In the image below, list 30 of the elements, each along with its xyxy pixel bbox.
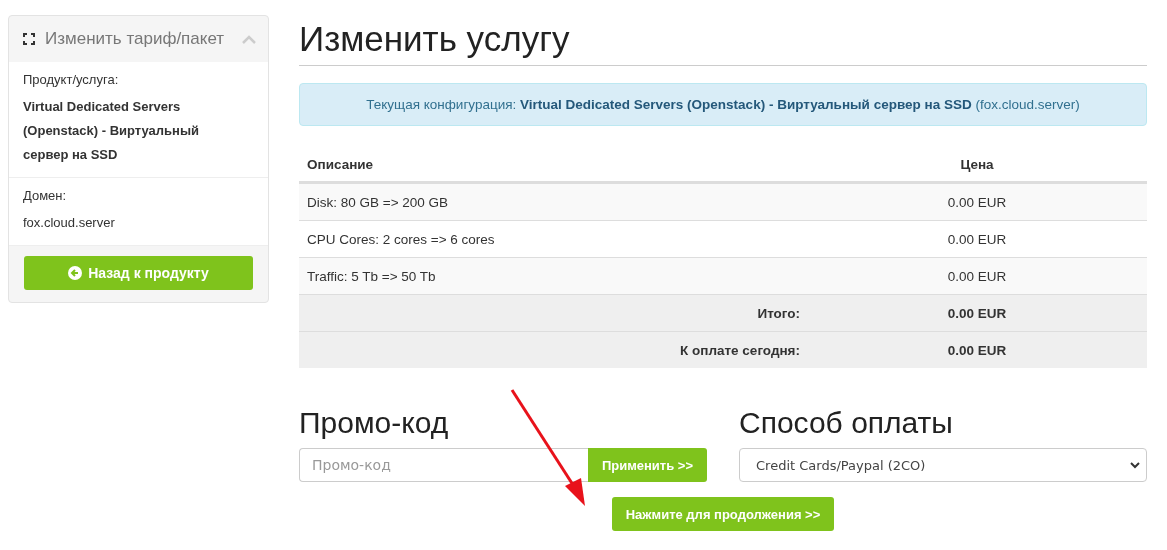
payment-select[interactable]: Credit Cards/Paypal (2CO) [739, 448, 1147, 482]
dropdown-caret-icon [1130, 461, 1140, 469]
collapse-icon[interactable] [242, 34, 256, 44]
table-cell-text: Итого: [756, 305, 801, 321]
panel-title: Изменить тариф/пакет [45, 29, 226, 49]
table-cell-text: CPU Cores: 2 cores => 6 cores [306, 231, 496, 247]
table-cell-text: 0.00 EUR [946, 194, 1008, 210]
table-cell-text: 0.00 EUR [946, 342, 1008, 358]
table-cell-text: 0.00 EUR [946, 305, 1008, 321]
field-value: fox.cloud.server [23, 214, 116, 232]
expand-icon [23, 33, 35, 45]
continue-button[interactable]: Нажмите для продолжения >> [611, 497, 835, 531]
section-heading: Промо-код [299, 406, 450, 440]
table-cell-text: Disk: 80 GB => 200 GB [306, 194, 450, 210]
field-value: Virtual Dedicated Servers (Openstack) - Виртуальный сервер на SSD [23, 98, 200, 164]
page-title: Изменить услугу [299, 19, 1147, 66]
field-label: Домен: [23, 187, 68, 205]
back-button[interactable]: Назад к продукту [24, 256, 253, 290]
column-header: Цена [959, 156, 995, 172]
table-cell-text: 0.00 EUR [946, 231, 1008, 247]
back-arrow-icon [68, 266, 83, 280]
promo-code-field[interactable]: Промо-код [299, 448, 588, 482]
column-header: Описание [306, 156, 375, 172]
apply-button[interactable]: Применить >> [587, 448, 707, 482]
table-cell-text: 0.00 EUR [946, 268, 1008, 284]
field-label: Продукт/услуга: [23, 71, 120, 89]
table-cell-text: К оплате сегодня: [679, 342, 801, 358]
info-alert: Текущая конфигурация: Virtual Dedicated Servers (Openstack) - Виртуальный сервер на SSD (fox.cloud.server) [299, 83, 1147, 126]
section-heading: Способ оплаты [739, 406, 954, 440]
table-cell-text: Traffic: 5 Tb => 50 Tb [306, 268, 437, 284]
